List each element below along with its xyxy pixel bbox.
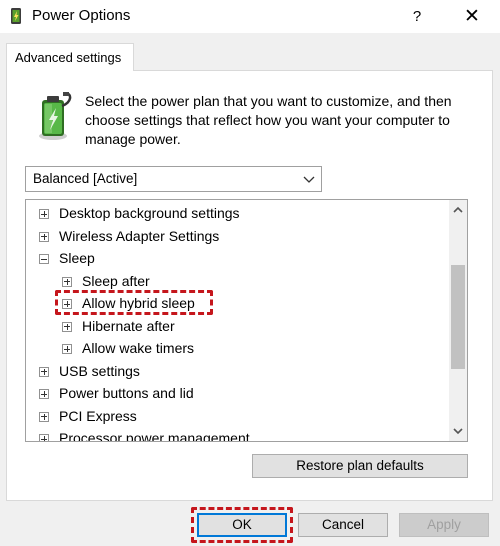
plus-box-icon[interactable] (62, 299, 72, 309)
plus-box-icon[interactable] (39, 231, 49, 242)
tree-item[interactable]: PCI Express (26, 406, 447, 428)
plus-box-icon[interactable] (39, 366, 49, 377)
tree-item[interactable]: Power buttons and lid (26, 383, 447, 405)
plus-box-icon[interactable] (62, 321, 72, 332)
tree-item[interactable]: Allow wake timers (26, 338, 447, 360)
tree-item-label: Sleep after (82, 272, 150, 289)
tree-item-label: Power buttons and lid (59, 385, 194, 401)
tree-item[interactable]: Wireless Adapter Settings (26, 226, 447, 248)
tree-scrollbar[interactable] (449, 200, 467, 441)
restore-defaults-button[interactable]: Restore plan defaults (252, 454, 468, 478)
settings-tree: Desktop background settings Wireless Adap… (25, 199, 468, 442)
plus-box-icon[interactable] (39, 389, 49, 399)
tree-item[interactable]: Sleep (26, 248, 447, 270)
title-bar: Power Options ? ✕ (0, 0, 500, 33)
battery-icon (39, 92, 72, 140)
tree-item[interactable]: Allow hybrid sleep (26, 293, 447, 315)
tree-item[interactable]: USB settings (26, 361, 447, 383)
plan-dropdown-value: Balanced [Active] (33, 171, 138, 186)
tree-item-label: Desktop background settings (59, 205, 240, 221)
tree-item-label: Wireless Adapter Settings (59, 227, 220, 244)
scroll-thumb[interactable] (451, 265, 465, 369)
chevron-down-icon (303, 176, 315, 183)
apply-button[interactable]: Apply (399, 513, 489, 537)
plus-box-icon[interactable] (39, 411, 49, 422)
tree-item-label: USB settings (59, 362, 140, 379)
tree-item-label: Processor power management (59, 430, 250, 442)
tree-item-label: Allow wake timers (82, 340, 195, 356)
plus-box-icon[interactable] (62, 344, 72, 354)
tree-item-label: Hibernate after (82, 317, 175, 334)
help-button[interactable]: ? (400, 0, 434, 33)
minus-box-icon[interactable] (39, 254, 49, 264)
chevron-down-icon[interactable] (449, 422, 467, 439)
plus-box-icon[interactable] (39, 209, 49, 219)
tree-item[interactable]: Hibernate after (26, 316, 447, 338)
chevron-up-icon[interactable] (449, 202, 467, 219)
plus-box-icon[interactable] (39, 434, 49, 441)
ok-button[interactable]: OK (197, 513, 287, 537)
tree-item[interactable]: Desktop background settings (26, 203, 447, 225)
tree-item-label: Allow hybrid sleep (82, 295, 195, 311)
cancel-button[interactable]: Cancel (298, 513, 388, 537)
tab-label: Advanced settings (15, 50, 122, 65)
tree-item-label: PCI Express (59, 407, 137, 424)
tree-item[interactable]: Sleep after (26, 271, 447, 293)
plan-description: Select the power plan that you want to c… (85, 93, 452, 147)
tree-item[interactable]: Processor power management (26, 428, 447, 442)
window-title: Power Options (32, 7, 131, 24)
power-options-icon (11, 8, 21, 24)
close-button[interactable]: ✕ (454, 0, 490, 33)
tree-item-label: Sleep (59, 250, 95, 266)
tab-advanced-settings[interactable]: Advanced settings (6, 43, 134, 71)
plan-dropdown[interactable]: Balanced [Active] (25, 166, 322, 192)
plus-box-icon[interactable] (62, 276, 72, 287)
